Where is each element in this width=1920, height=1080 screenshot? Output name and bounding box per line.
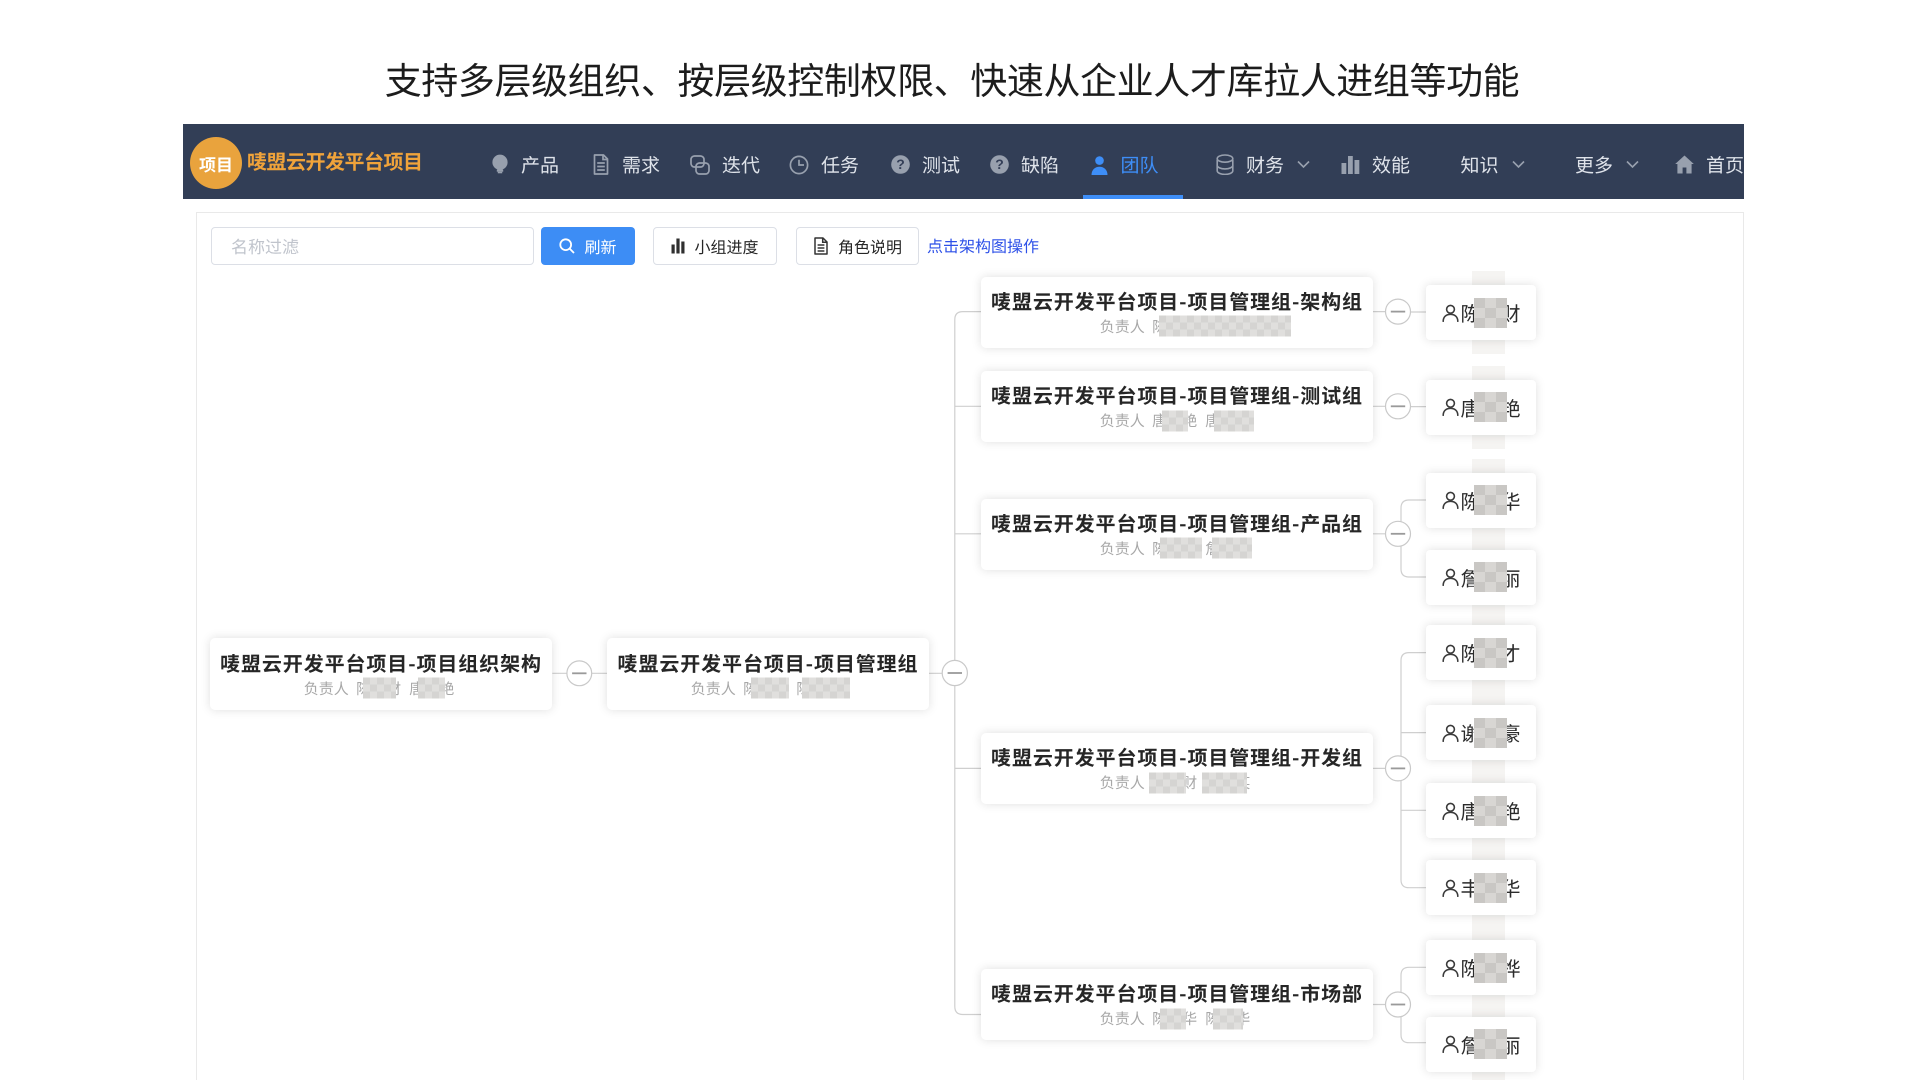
svg-text:?: ?	[995, 155, 1004, 174]
svg-text:?: ?	[896, 155, 905, 174]
